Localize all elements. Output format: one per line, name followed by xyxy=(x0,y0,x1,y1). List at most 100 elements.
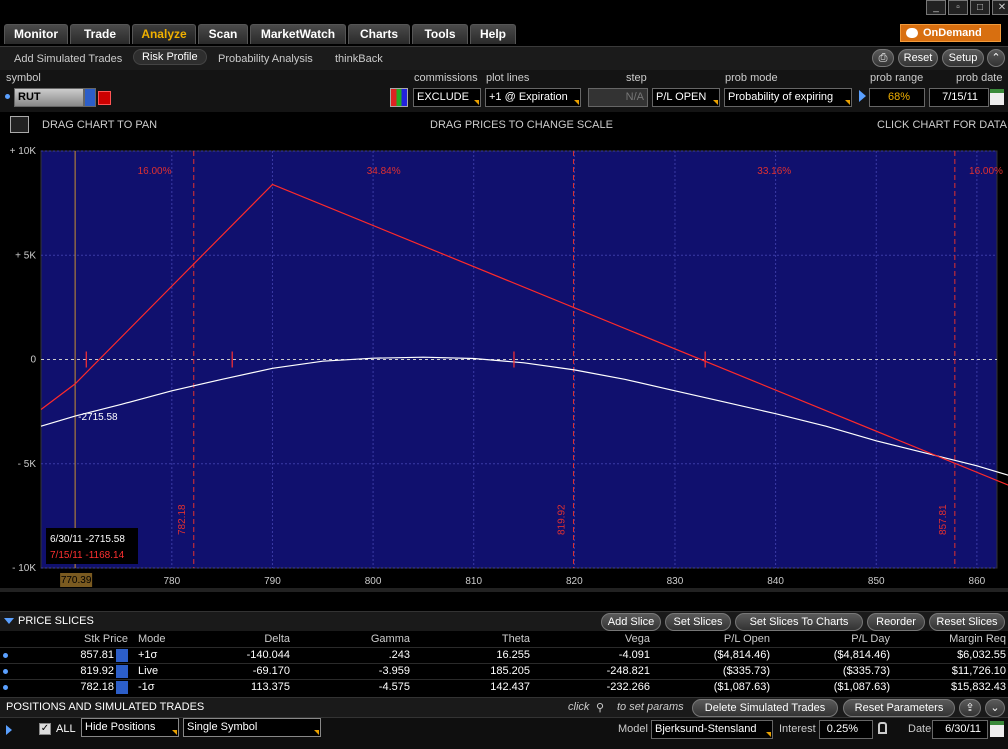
pl-day-cell: ($335.73) xyxy=(842,665,890,677)
commissions-label: commissions xyxy=(414,72,478,84)
setup-button[interactable]: Setup xyxy=(942,49,984,67)
subnav-add-simulated-trades[interactable]: Add Simulated Trades xyxy=(14,53,122,65)
pl-open-cell: ($335.73) xyxy=(722,665,770,677)
tab-trade[interactable]: Trade xyxy=(70,24,130,44)
minimize-icon[interactable]: _ xyxy=(926,0,946,15)
subnav-probability-analysis[interactable]: Probability Analysis xyxy=(218,53,313,65)
commissions-select[interactable]: EXCLUDE xyxy=(413,88,481,107)
positions-title: POSITIONS AND SIMULATED TRADES xyxy=(6,701,205,713)
tab-scan[interactable]: Scan xyxy=(198,24,248,44)
symbol-flag-icon[interactable] xyxy=(98,91,111,105)
col-pl-day: P/L Day xyxy=(851,633,890,645)
stk-price-cell[interactable]: 857.81 xyxy=(40,649,114,661)
click-hint: click xyxy=(568,701,590,713)
export-icon[interactable]: ⇪ xyxy=(959,699,981,717)
stk-price-cell[interactable]: 819.92 xyxy=(40,665,114,677)
calendar-icon[interactable] xyxy=(990,89,1004,105)
x-tick-label: 780 xyxy=(163,576,180,587)
hide-positions-select[interactable]: Hide Positions xyxy=(81,718,179,737)
col-vega: Vega xyxy=(624,633,650,645)
delete-simulated-trades-button[interactable]: Delete Simulated Trades xyxy=(692,699,838,717)
y-tick-label: + 5K xyxy=(15,250,36,261)
table-row[interactable]: 782.18 -1σ 113.375 -4.575 142.437 -232.2… xyxy=(0,679,1008,695)
all-label: ALL xyxy=(56,723,76,735)
y-tick-label: + 10K xyxy=(10,146,37,157)
reset-parameters-button[interactable]: Reset Parameters xyxy=(843,699,955,717)
row-dot-icon xyxy=(3,653,8,658)
risk-profile-chart[interactable]: 780 790 800 810 820 830 840 850 860 + 10K + 5K 0 - 5… xyxy=(0,140,1008,592)
subnav-thinkback[interactable]: thinkBack xyxy=(335,53,383,65)
date-calendar-icon[interactable] xyxy=(990,721,1004,737)
tab-analyze[interactable]: Analyze xyxy=(132,24,196,44)
restore-icon[interactable]: ▫ xyxy=(948,0,968,15)
probmode-select[interactable]: Probability of expiring xyxy=(724,88,852,107)
x-tick-label: 830 xyxy=(667,576,684,587)
reset-button[interactable]: Reset xyxy=(898,49,938,67)
mode-cell: +1σ xyxy=(138,649,158,661)
stepper-icon[interactable] xyxy=(116,681,128,694)
drag-scale-hint: DRAG PRICES TO CHANGE SCALE xyxy=(430,119,613,131)
subnav-risk-profile[interactable]: Risk Profile xyxy=(133,49,207,65)
current-price-label: 770.39 xyxy=(61,575,92,586)
set-params-hint: to set params xyxy=(617,701,684,713)
symbol-input[interactable]: RUT xyxy=(14,88,84,107)
tab-charts[interactable]: Charts xyxy=(348,24,410,44)
tab-tools[interactable]: Tools xyxy=(412,24,468,44)
table-row[interactable]: 819.92 Live -69.170 -3.959 185.205 -248.… xyxy=(0,663,1008,679)
mode-cell: -1σ xyxy=(138,681,155,693)
reorder-button[interactable]: Reorder xyxy=(867,613,925,631)
step-input[interactable]: N/A xyxy=(588,88,648,107)
set-slices-to-charts-button[interactable]: Set Slices To Charts xyxy=(735,613,863,631)
reset-slices-button[interactable]: Reset Slices xyxy=(929,613,1005,631)
chart-image-icon[interactable] xyxy=(10,116,29,133)
probrange-input[interactable]: 68% xyxy=(869,88,925,107)
ondemand-button[interactable]: OnDemand xyxy=(900,24,1001,42)
probdate-label: prob date xyxy=(956,72,1003,84)
price-slices-title: PRICE SLICES xyxy=(18,615,94,627)
tab-help[interactable]: Help xyxy=(470,24,516,44)
commissions-color-icon[interactable] xyxy=(390,88,408,107)
y-tick-label: 0 xyxy=(30,355,36,366)
set-slices-button[interactable]: Set Slices xyxy=(665,613,731,631)
pl-mode-select[interactable]: P/L OPEN xyxy=(652,88,720,107)
delta-cell: -140.044 xyxy=(246,649,290,661)
risk-profile-svg[interactable]: 780 790 800 810 820 830 840 850 860 + 10K + 5K 0 - 5… xyxy=(0,140,1008,592)
table-row[interactable]: 857.81 +1σ -140.044 .243 16.255 -4.091 (… xyxy=(0,647,1008,663)
model-select[interactable]: Bjerksund-Stensland xyxy=(651,720,773,739)
pl-day-cell: ($1,087.63) xyxy=(833,681,890,693)
tab-marketwatch[interactable]: MarketWatch xyxy=(250,24,346,44)
price-slice-label: 819.92 xyxy=(557,504,568,535)
x-tick-label: 860 xyxy=(969,576,986,587)
lock-icon[interactable] xyxy=(878,722,887,734)
delta-cell: -69.170 xyxy=(252,665,290,677)
symbol-dropdown-icon[interactable] xyxy=(84,88,96,107)
probability-label: 16.00% xyxy=(969,166,1003,177)
collapse-slices-icon[interactable] xyxy=(4,618,14,624)
ondemand-icon xyxy=(906,28,918,38)
probrange-label: prob range xyxy=(870,72,924,84)
stepper-icon[interactable] xyxy=(116,649,128,662)
readout-line: 6/30/11 -2715.58 xyxy=(50,534,125,545)
interest-input[interactable]: 0.25% xyxy=(819,720,873,739)
maximize-icon[interactable]: □ xyxy=(970,0,990,15)
close-icon[interactable]: ✕ xyxy=(992,0,1008,15)
stk-price-cell[interactable]: 782.18 xyxy=(40,681,114,693)
tab-monitor[interactable]: Monitor xyxy=(4,24,68,44)
probdate-input[interactable]: 7/15/11 xyxy=(929,88,989,107)
stepper-icon[interactable] xyxy=(116,665,128,678)
print-icon[interactable]: ⎙ xyxy=(872,49,894,67)
plotlines-select[interactable]: +1 @ Expiration xyxy=(485,88,581,107)
add-slice-button[interactable]: Add Slice xyxy=(601,613,661,631)
gamma-cell: -4.575 xyxy=(378,681,410,693)
value-annotation: -2715.58 xyxy=(78,412,118,423)
model-label: Model xyxy=(618,723,648,735)
plotlines-label: plot lines xyxy=(486,72,530,84)
ondemand-label: OnDemand xyxy=(923,27,982,39)
play-arrow-icon[interactable] xyxy=(859,90,866,102)
expand-icon[interactable] xyxy=(6,725,12,735)
all-checkbox[interactable]: ✓ xyxy=(39,723,51,735)
single-symbol-select[interactable]: Single Symbol xyxy=(183,718,321,737)
date-input[interactable]: 6/30/11 xyxy=(932,720,988,739)
collapse-positions-icon[interactable]: ⌄ xyxy=(985,699,1005,717)
collapse-icon[interactable]: ⌃ xyxy=(987,49,1005,67)
